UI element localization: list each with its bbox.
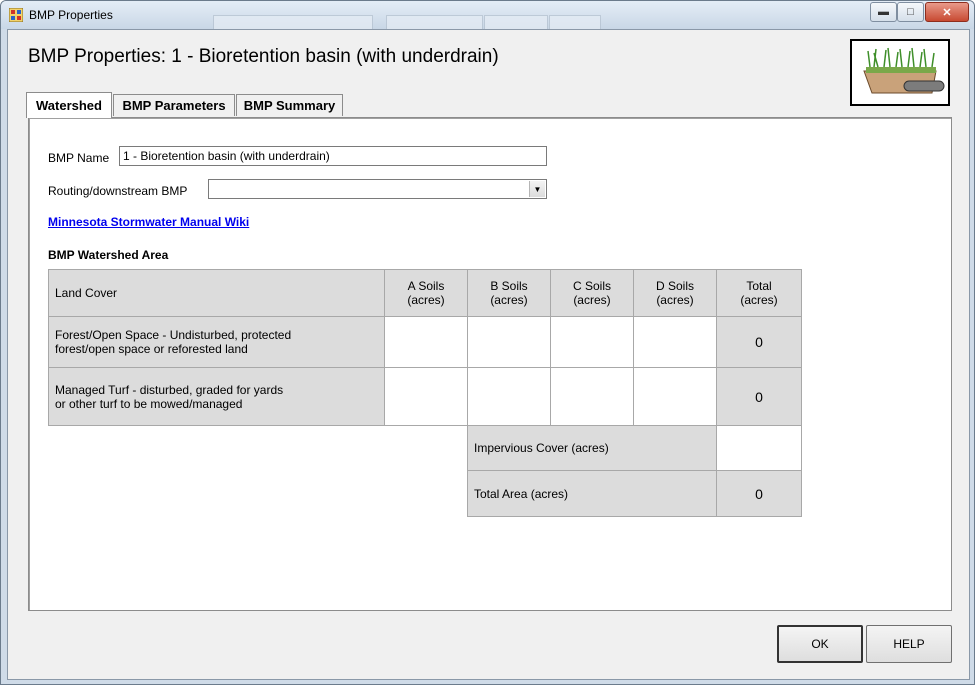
managed-turf-label: Managed Turf - disturbed, graded for yar… — [48, 367, 385, 426]
help-button[interactable]: HELP — [866, 625, 952, 663]
window-title: BMP Properties — [29, 8, 113, 22]
ok-button[interactable]: OK — [777, 625, 863, 663]
total-header: Total (acres) — [716, 269, 802, 317]
b-soils-header: B Soils (acres) — [467, 269, 551, 317]
maximize-button[interactable]: □ — [897, 2, 924, 22]
title-bar: BMP Properties ▬ □ ✕ — [1, 1, 974, 31]
forest-b-soils-cell[interactable] — [467, 316, 551, 368]
forest-a-soils-cell[interactable] — [384, 316, 468, 368]
bmp-name-label: BMP Name — [48, 151, 110, 165]
turf-a-soils-cell[interactable] — [384, 367, 468, 426]
impervious-cover-label: Impervious Cover (acres) — [467, 425, 717, 471]
watershed-area-title: BMP Watershed Area — [48, 248, 169, 262]
minimize-icon: ▬ — [878, 6, 889, 18]
routing-downstream-select[interactable]: ▼ — [208, 179, 547, 199]
forest-d-soils-cell[interactable] — [633, 316, 717, 368]
impervious-cover-field[interactable] — [716, 425, 802, 471]
close-button[interactable]: ✕ — [925, 2, 969, 22]
d-soils-header: D Soils (acres) — [633, 269, 717, 317]
bmp-properties-window: BMP Properties ▬ □ ✕ BMP Properties: 1 -… — [0, 0, 975, 685]
turf-d-soils-cell[interactable] — [633, 367, 717, 426]
page-title: BMP Properties: 1 - Bioretention basin (… — [28, 46, 499, 67]
a-soils-header: A Soils (acres) — [384, 269, 468, 317]
land-cover-header: Land Cover — [48, 269, 385, 317]
turf-b-soils-cell[interactable] — [467, 367, 551, 426]
routing-label: Routing/downstream BMP — [48, 184, 188, 198]
tab-watershed[interactable]: Watershed — [26, 92, 112, 118]
tab-bmp-parameters[interactable]: BMP Parameters — [113, 94, 235, 116]
watershed-tab-panel: BMP Name 1 - Bioretention basin (with un… — [28, 117, 952, 611]
bioretention-illustration — [863, 47, 945, 94]
forest-open-space-label: Forest/Open Space - Undisturbed, protect… — [48, 316, 385, 368]
minimize-button[interactable]: ▬ — [870, 2, 897, 22]
dropdown-button[interactable]: ▼ — [529, 181, 545, 197]
bmp-name-field[interactable]: 1 - Bioretention basin (with underdrain) — [119, 146, 547, 166]
app-icon — [9, 8, 23, 22]
maximize-icon: □ — [907, 6, 914, 18]
chevron-down-icon: ▼ — [533, 184, 542, 194]
forest-total-cell: 0 — [716, 316, 802, 368]
total-area-value: 0 — [716, 470, 802, 517]
close-icon: ✕ — [942, 6, 952, 19]
tab-bmp-summary[interactable]: BMP Summary — [236, 94, 343, 116]
c-soils-header: C Soils (acres) — [550, 269, 634, 317]
wiki-link[interactable]: Minnesota Stormwater Manual Wiki — [48, 215, 249, 229]
total-area-label: Total Area (acres) — [467, 470, 717, 517]
bioretention-basin-image — [850, 39, 950, 106]
forest-c-soils-cell[interactable] — [550, 316, 634, 368]
turf-total-cell: 0 — [716, 367, 802, 426]
dialog-body: BMP Properties: 1 - Bioretention basin (… — [7, 29, 970, 680]
turf-c-soils-cell[interactable] — [550, 367, 634, 426]
